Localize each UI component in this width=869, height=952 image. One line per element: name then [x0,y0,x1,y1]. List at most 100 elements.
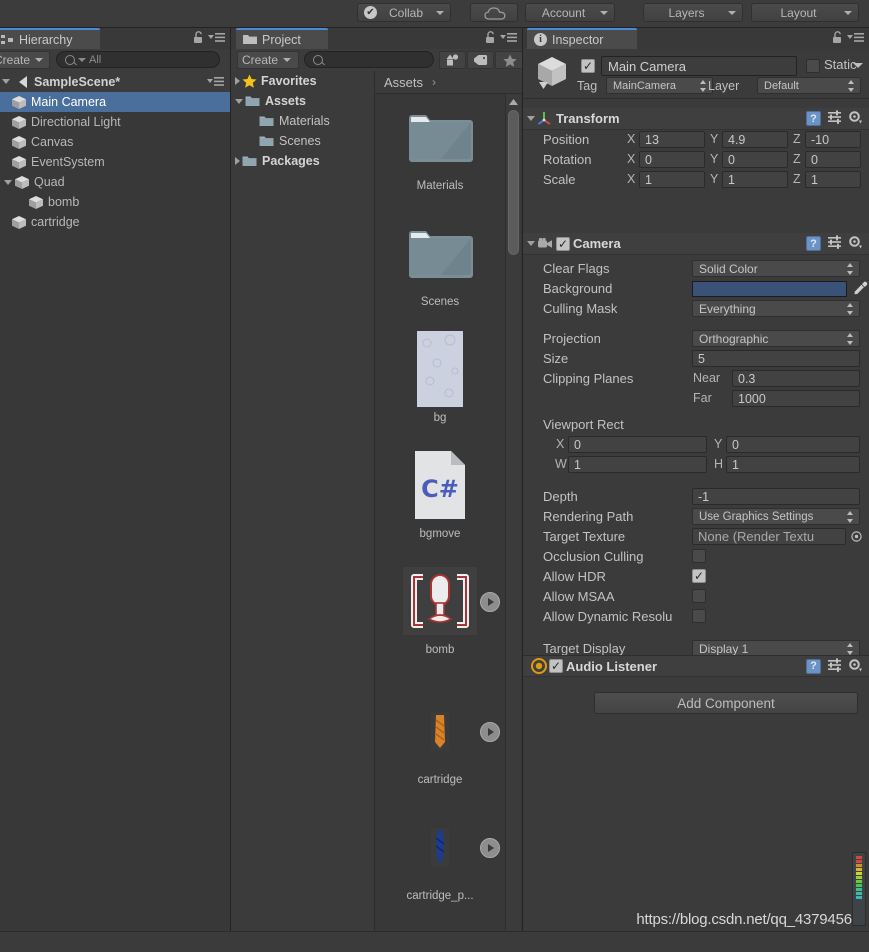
allow-msaa-checkbox[interactable] [692,589,706,603]
camera-header[interactable]: ✓ Camera ? [523,233,869,255]
scroll-up-arrow-icon[interactable] [508,96,519,107]
layer-dropdown[interactable]: Default [757,77,861,94]
asset-thumbnail[interactable] [375,564,505,640]
eyedropper-icon[interactable] [853,281,868,299]
layout-button[interactable]: Layout [751,3,859,22]
transform-scale-z-input[interactable]: 1 [805,171,861,188]
transform-header[interactable]: Transform ? [523,108,869,130]
lock-icon[interactable] [193,31,204,47]
account-button[interactable]: Account [525,3,615,22]
preview-play-icon[interactable] [480,838,500,858]
asset-item[interactable]: cartridge [375,694,505,786]
preset-icon[interactable] [827,235,842,252]
preset-icon[interactable] [827,657,842,675]
clear-flags-dropdown[interactable]: Solid Color [692,260,860,277]
gear-icon[interactable] [848,110,862,127]
chevron-right-icon[interactable] [235,157,240,165]
hierarchy-create-button[interactable]: Create [0,51,50,69]
add-component-button[interactable]: Add Component [594,692,858,714]
panel-menu-icon[interactable] [847,32,864,46]
help-icon[interactable]: ? [806,111,821,126]
asset-thumbnail[interactable]: C# [375,448,505,524]
chevron-down-icon[interactable] [4,179,12,185]
static-checkbox[interactable] [806,59,820,73]
hierarchy-item-eventsystem[interactable]: EventSystem [0,152,230,172]
transform-scale-x-input[interactable]: 1 [639,171,705,188]
tab-project[interactable]: Project [236,28,328,49]
project-search-input[interactable] [304,51,434,68]
collab-button[interactable]: ✔ Collab [357,3,451,22]
panel-menu-icon[interactable] [500,32,517,46]
asset-item[interactable]: cartridge_p... [375,810,505,902]
help-icon[interactable]: ? [806,658,821,674]
asset-item[interactable]: bomb [375,564,505,656]
asset-thumbnail[interactable] [375,694,505,770]
allow-hdr-checkbox[interactable]: ✓ [692,569,706,583]
transform-position-x-input[interactable]: 13 [639,131,705,148]
chevron-down-icon[interactable] [527,116,535,121]
asset-thumbnail[interactable] [375,330,505,408]
scene-root-row[interactable]: SampleScene* [0,71,230,93]
audio-listener-header[interactable]: ✓ Audio Listener ? [523,655,869,677]
asset-item[interactable]: Materials [375,100,505,192]
viewport-h-input[interactable]: 1 [726,456,860,473]
preview-play-icon[interactable] [480,592,500,612]
far-input[interactable]: 1000 [732,390,860,407]
panel-menu-icon[interactable] [208,32,225,46]
scrollbar-thumb[interactable] [508,110,519,255]
project-tree-item-scenes[interactable]: Scenes [231,131,374,151]
allow-dynamic-resolution-checkbox[interactable] [692,609,706,623]
asset-item[interactable]: Scenes [375,216,505,308]
static-dropdown-icon[interactable] [853,63,863,68]
asset-item[interactable]: C# bgmove [375,448,505,540]
transform-rotation-x-input[interactable]: 0 [639,151,705,168]
viewport-y-input[interactable]: 0 [726,436,860,453]
tab-inspector[interactable]: i Inspector [527,28,637,49]
gear-icon[interactable] [848,235,862,252]
target-texture-objectfield[interactable]: None (Render Textu [692,528,846,545]
gameobject-enabled-checkbox[interactable]: ✓ [581,59,595,73]
favorite-star-icon[interactable] [495,51,522,69]
project-tree-item-assets[interactable]: Assets [231,91,374,111]
occlusion-culling-checkbox[interactable] [692,549,706,563]
project-tree-item-favorites[interactable]: Favorites [231,71,374,91]
asset-thumbnail[interactable] [375,216,505,292]
audio-listener-enabled-checkbox[interactable]: ✓ [549,659,563,673]
gameobject-name-input[interactable]: Main Camera [601,56,797,76]
near-input[interactable]: 0.3 [732,370,860,387]
transform-rotation-z-input[interactable]: 0 [805,151,861,168]
project-create-button[interactable]: Create [237,51,299,69]
object-picker-icon[interactable] [851,530,862,545]
viewport-x-input[interactable]: 0 [568,436,707,453]
scene-menu-icon[interactable] [207,76,224,90]
gear-icon[interactable] [848,658,862,675]
transform-position-z-input[interactable]: -10 [805,131,861,148]
transform-position-y-input[interactable]: 4.9 [722,131,788,148]
hierarchy-item-directional-light[interactable]: Directional Light [0,112,230,132]
culling-mask-dropdown[interactable]: Everything [692,300,860,317]
hierarchy-item-canvas[interactable]: Canvas [0,132,230,152]
chevron-right-icon[interactable] [235,77,240,85]
object-filter-icon[interactable] [439,51,466,69]
transform-scale-y-input[interactable]: 1 [722,171,788,188]
size-input[interactable]: 5 [692,350,860,367]
cloud-button[interactable] [470,3,518,22]
label-filter-icon[interactable] [467,51,494,69]
asset-thumbnail[interactable] [375,100,505,176]
camera-enabled-checkbox[interactable]: ✓ [556,236,570,251]
chevron-down-icon[interactable] [527,241,535,246]
projection-dropdown[interactable]: Orthographic [692,330,860,347]
lock-icon[interactable] [485,31,496,47]
chevron-down-icon[interactable] [235,98,243,104]
asset-thumbnail[interactable] [375,810,505,886]
tab-hierarchy[interactable]: Hierarchy [0,28,100,49]
preview-play-icon[interactable] [480,722,500,742]
hierarchy-item-bomb[interactable]: bomb [0,192,230,212]
viewport-w-input[interactable]: 1 [568,456,707,473]
hierarchy-item-main-camera[interactable]: Main Camera [0,92,230,112]
tag-dropdown[interactable]: MainCamera [606,77,713,94]
rendering-path-dropdown[interactable]: Use Graphics Settings [692,508,860,525]
breadcrumb-assets[interactable]: Assets [384,75,423,90]
hierarchy-search-input[interactable]: All [56,51,220,68]
chevron-down-icon[interactable] [2,79,10,84]
